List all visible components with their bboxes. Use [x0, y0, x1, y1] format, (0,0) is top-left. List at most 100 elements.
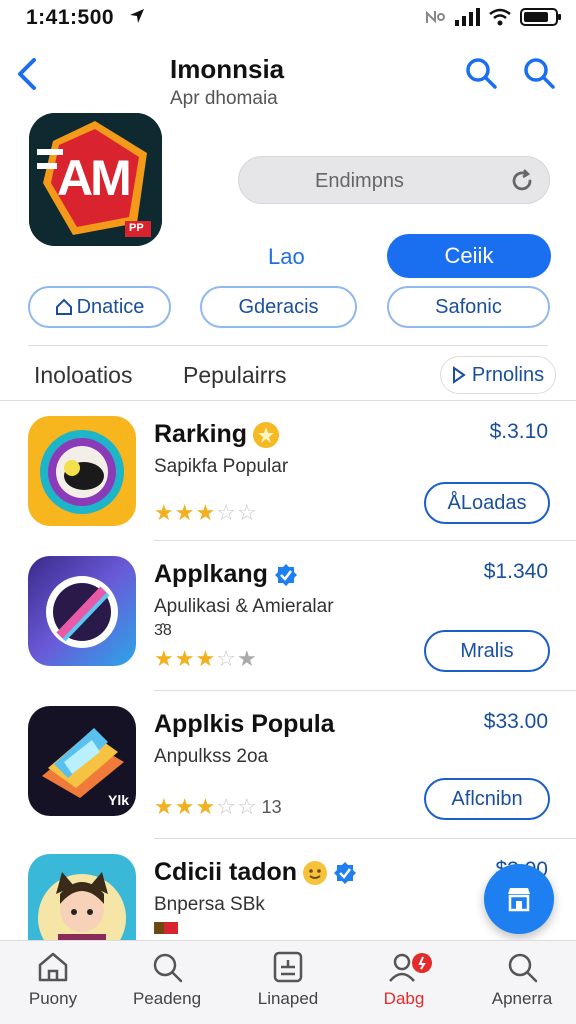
back-chevron-icon[interactable] [12, 56, 42, 92]
chip-label: Dnatice [76, 295, 145, 318]
list-item[interactable]: Applkang Apulikasi & Amieralar 3̂8 ★ ★ ★ ☆ ★… [0, 542, 576, 692]
item-price: $1.340 [483, 560, 548, 583]
notification-badge [412, 953, 432, 973]
chip-label: Gderacis [238, 295, 319, 318]
app-icon [28, 854, 136, 940]
item-title: Rarking [154, 420, 280, 449]
nfc-icon [426, 10, 445, 24]
star-icon: ★ [195, 500, 216, 525]
tab-peadeng[interactable]: Peadeng [117, 951, 217, 1009]
battery-icon [520, 8, 561, 26]
item-price: $.3.10 [489, 420, 548, 443]
tab-apnerra[interactable]: Apnerra [472, 951, 572, 1009]
star-icon: ☆ [216, 500, 236, 525]
search-icon[interactable] [464, 56, 498, 90]
app-icon-letters: AM [57, 150, 132, 206]
verified-badge-icon [274, 563, 298, 587]
home-icon [55, 298, 72, 315]
item-title-text: Applkang [154, 560, 268, 588]
chip-safonic[interactable]: Safonic [387, 286, 550, 328]
item-subtitle: Apulikasi & Amieralar [154, 596, 334, 617]
star-icon: ☆ [216, 646, 236, 671]
item-subtitle-extra: 3̂8 [154, 622, 172, 639]
chip-gderacis[interactable]: Gderacis [200, 286, 357, 328]
divider [154, 690, 576, 691]
search-icon[interactable] [522, 56, 556, 90]
status-bar: 1:41:500 [0, 0, 576, 34]
verified-badge-icon [333, 861, 357, 885]
signal-icon [455, 8, 480, 26]
item-action-button[interactable]: Mralis [424, 630, 550, 672]
status-time: 1:41:500 [26, 6, 115, 29]
store-icon [508, 888, 530, 912]
item-title-text: Rarking [154, 420, 248, 448]
star-icon: ★ [195, 646, 216, 671]
star-icon: ★ [154, 500, 174, 525]
app-icon: AM PP [29, 113, 162, 246]
app-icon-small-text: PP [129, 222, 144, 234]
star-icon: ★ [154, 794, 174, 819]
star-icon: ★ [174, 646, 195, 671]
status-icons [424, 8, 561, 26]
refresh-icon[interactable] [509, 168, 535, 194]
bottom-tab-bar: Puony Peadeng Linaped Dabg Apnerra [0, 940, 576, 1024]
tab-inoloatios[interactable]: Inoloatios [34, 362, 132, 389]
promo-label: Prnolins [471, 363, 545, 386]
list-item[interactable]: Ylk Applkis Popula Anpulkss 2oa ★ ★ ★ ☆ ☆ 13… [0, 692, 576, 842]
tab-label: Peadeng [132, 989, 202, 1008]
item-price: $33.00 [483, 710, 548, 733]
item-action-button[interactable]: Aflcnibn [424, 778, 550, 820]
smiley-icon [303, 860, 328, 885]
secondary-link[interactable]: Lao [268, 244, 305, 270]
app-icon [28, 556, 136, 666]
wifi-icon [489, 8, 511, 26]
item-title-text: Cdicii tadon [154, 858, 298, 886]
app-icon [28, 416, 136, 526]
item-action-button[interactable]: ÅLoadas [424, 482, 550, 524]
star-icon: ☆ [236, 500, 257, 525]
tab-puony[interactable]: Puony [3, 951, 103, 1009]
location-arrow-icon [130, 9, 144, 23]
play-icon [452, 366, 466, 384]
divider [28, 345, 548, 346]
star-icon: ★ [195, 794, 216, 819]
rating-stars: ★ ★ ★ ☆ ★ [154, 646, 257, 672]
tab-dabg[interactable]: Dabg [354, 951, 454, 1009]
home-icon [38, 952, 68, 982]
star-badge-icon [253, 421, 280, 448]
star-icon: ☆ [236, 794, 257, 819]
promo-button[interactable]: Prnolins [440, 356, 556, 394]
store-fab-button[interactable] [484, 864, 554, 934]
item-subtitle: Anpulkss 2oa [154, 746, 269, 767]
tab-pepulairrs[interactable]: Pepulairrs [183, 362, 287, 389]
search-icon [508, 953, 538, 983]
star-icon: ☆ [216, 794, 236, 819]
tab-linaped[interactable]: Linaped [238, 951, 338, 1009]
color-swatch [154, 922, 178, 934]
rating-stars: ★ ★ ★ ☆ ☆ 13 [154, 794, 282, 820]
tab-label: Dabg [383, 989, 425, 1008]
refresh-field[interactable]: Endimpns [238, 156, 550, 204]
item-subtitle: Sapikfa Popular [154, 456, 289, 477]
app-icon-text: Ylk [108, 792, 130, 808]
list-icon [273, 951, 303, 983]
item-title: Cdicii tadon [154, 858, 357, 887]
page-title: Imonnsia [170, 54, 285, 84]
item-subtitle: Bnpersa SBk [154, 894, 265, 915]
divider [154, 838, 576, 839]
star-icon: ★ [174, 500, 195, 525]
refresh-label: Endimpns [315, 170, 404, 192]
chip-label: Safonic [435, 295, 502, 318]
tab-label: Apnerra [491, 989, 553, 1008]
star-icon: ★ [236, 646, 257, 671]
tab-label: Puony [28, 989, 78, 1008]
item-title: Applkis Popula [154, 710, 335, 739]
primary-button[interactable]: Ceiik [387, 234, 551, 278]
divider [0, 400, 576, 401]
tab-label: Linaped [257, 989, 319, 1008]
search-icon [153, 953, 183, 983]
rating-stars: ★ ★ ★ ☆ ☆ [154, 500, 257, 526]
list-item[interactable]: Rarking Sapikfa Popular ★ ★ ★ ☆ ☆ $.3.10 ÅLo… [0, 402, 576, 552]
item-title-text: Applkis Popula [154, 710, 335, 738]
chip-dnatice[interactable]: Dnatice [28, 286, 171, 328]
